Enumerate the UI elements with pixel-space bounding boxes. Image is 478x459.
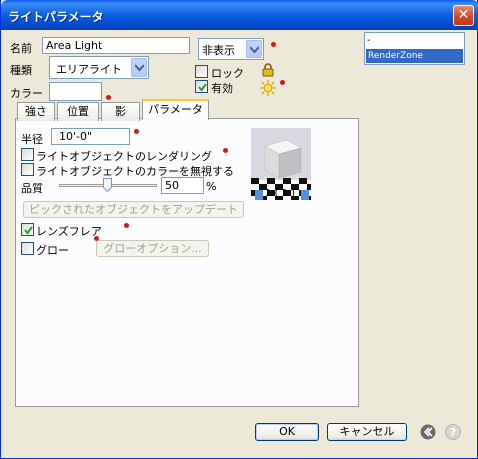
required-marker (134, 129, 139, 134)
tab-label: パラメータ (148, 103, 203, 116)
type-label: 種類 (10, 64, 32, 77)
type-value: エリアライト (56, 63, 122, 76)
tab-label: 影 (115, 105, 126, 118)
radius-value: 10'-0" (59, 130, 93, 143)
checkmark-icon (198, 83, 207, 92)
render-light-object-checkbox[interactable] (21, 148, 34, 161)
visibility-value: 非表示 (202, 44, 235, 57)
glow-options-button[interactable]: グローオプション... (96, 240, 209, 257)
tab-parameters[interactable]: パラメータ (142, 99, 209, 120)
quality-slider-thumb[interactable] (103, 178, 112, 193)
lens-flare-label: レンズフレア (36, 225, 102, 238)
dropdown-arrow-icon[interactable] (246, 40, 262, 58)
quality-unit: % (206, 180, 217, 193)
list-item-selected[interactable]: RenderZone (366, 49, 463, 63)
tab-intensity[interactable]: 強さ (17, 102, 55, 121)
update-picked-object-button[interactable]: ピックされたオブジェクトをアップデート (23, 201, 244, 218)
ok-button[interactable]: OK (255, 423, 319, 441)
tab-label: 位置 (67, 105, 89, 118)
name-input[interactable]: Area Light (42, 37, 190, 54)
required-marker (223, 148, 228, 153)
dropdown-arrow-icon[interactable] (131, 58, 147, 77)
color-swatch[interactable] (49, 82, 102, 101)
type-select[interactable]: エリアライト (49, 56, 149, 79)
light-parameters-dialog: ライトパラメータ ✕ 名前 Area Light 非表示 - RenderZon… (0, 0, 478, 459)
checkmark-icon (24, 226, 33, 235)
quality-label: 品質 (21, 182, 43, 195)
lock-checkbox[interactable] (195, 65, 208, 78)
ignore-light-color-label: ライトオブジェクトのカラーを無視する (36, 165, 234, 178)
quality-input[interactable]: 50 (161, 177, 204, 194)
close-icon: ✕ (457, 7, 470, 23)
light-bulb-icon (260, 80, 276, 99)
ignore-light-color-checkbox[interactable] (21, 163, 34, 176)
tab-label: 強さ (25, 105, 47, 118)
glow-label: グロー (36, 244, 69, 257)
cancel-button[interactable]: キャンセル (327, 423, 407, 441)
radius-label: 半径 (21, 133, 43, 146)
name-label: 名前 (10, 42, 32, 55)
back-icon[interactable] (420, 424, 436, 443)
render-light-object-label: ライトオブジェクトのレンダリング (36, 150, 212, 163)
glow-checkbox[interactable] (21, 242, 34, 255)
preview-caption: 1 ( 1 ) (265, 188, 296, 199)
lock-label: ロック (211, 67, 244, 80)
required-marker (124, 223, 129, 228)
window-title: ライトパラメータ (8, 10, 104, 24)
svg-text:?: ? (450, 426, 456, 439)
visibility-select[interactable]: 非表示 (198, 38, 264, 60)
close-button[interactable]: ✕ (453, 5, 474, 26)
enabled-checkbox[interactable] (195, 80, 208, 93)
required-marker (271, 42, 276, 47)
tab-position[interactable]: 位置 (57, 102, 99, 121)
tab-shadow[interactable]: 影 (101, 102, 140, 121)
help-icon[interactable]: ? (445, 424, 461, 443)
required-marker (106, 95, 111, 100)
required-marker (280, 80, 285, 85)
renderer-listbox[interactable]: - RenderZone (364, 32, 465, 65)
light-preview: 1 ( 1 ) (251, 128, 311, 200)
color-label: カラー (10, 87, 43, 100)
enabled-label: 有効 (211, 82, 233, 95)
radius-input[interactable]: 10'-0" (51, 128, 130, 145)
lock-icon (262, 63, 274, 80)
title-bar[interactable]: ライトパラメータ ✕ (1, 0, 478, 30)
lens-flare-checkbox[interactable] (21, 223, 34, 236)
list-item[interactable]: - (367, 35, 371, 46)
